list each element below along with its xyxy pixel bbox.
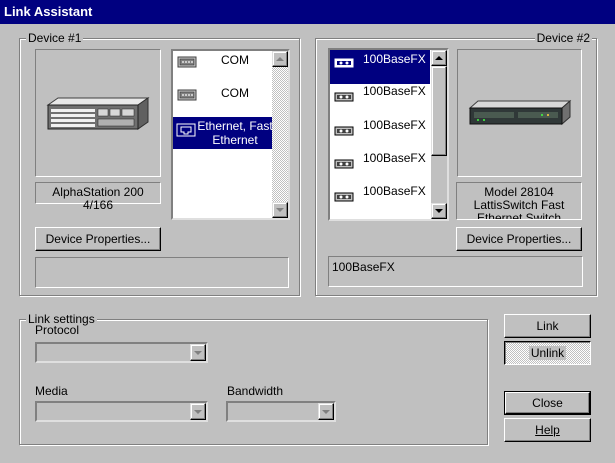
port-label: COM [221, 86, 249, 100]
link-button[interactable]: Link [504, 314, 591, 338]
device2-port-info-text: 100BaseFX [332, 260, 395, 274]
port-label: 100BaseFX [363, 84, 426, 98]
list-item[interactable]: 100BaseFX [330, 151, 447, 184]
fiber-port-icon [334, 58, 354, 68]
scroll-up-button[interactable] [431, 50, 447, 66]
device2-name: Model 28104 LattisSwitch Fast Ethernet S… [473, 186, 565, 220]
dropdown-button[interactable] [190, 344, 206, 361]
device2-properties-button[interactable]: Device Properties... [456, 227, 582, 251]
chevron-down-icon [322, 409, 330, 414]
ethernet-port-icon [176, 123, 196, 137]
device2-name-panel: Model 28104 LattisSwitch Fast Ethernet S… [456, 182, 582, 220]
media-label: Media [35, 384, 68, 398]
port-label: 100BaseFX [363, 52, 426, 66]
list-item-selected[interactable]: 100BaseFX [330, 50, 430, 84]
scroll-up-button[interactable] [272, 51, 288, 67]
serial-port-icon [177, 89, 197, 101]
scroll-down-button[interactable] [272, 202, 288, 218]
fiber-port-icon [334, 192, 354, 202]
device2-group-label: Device #2 [534, 31, 592, 45]
port-label: COM [221, 53, 249, 67]
protocol-label: Protocol [35, 323, 80, 337]
serial-port-icon [177, 56, 197, 68]
window-title: Link Assistant [0, 0, 615, 24]
close-button[interactable]: Close [504, 391, 591, 415]
device1-port-info [35, 257, 289, 288]
list-item[interactable]: COM [173, 51, 288, 84]
fiber-port-icon [334, 159, 354, 169]
workstation-icon [46, 97, 150, 130]
device1-ports-list[interactable]: COM COM Ethernet, Fast Ethernet [171, 49, 290, 220]
dialog-body: Device #1 COM COM Ethernet, Fast Etherne… [0, 24, 615, 463]
device2-ports-scrollbar[interactable] [431, 50, 447, 219]
device1-name-panel: AlphaStation 200 4/166 [35, 182, 161, 212]
help-button[interactable]: Help [504, 418, 591, 442]
device2-port-info: 100BaseFX [328, 256, 583, 287]
list-item[interactable]: 100BaseFX [330, 118, 447, 151]
port-label: 100BaseFX [363, 118, 426, 132]
device1-group-label: Device #1 [26, 31, 84, 45]
link-settings-group [19, 319, 488, 445]
chevron-down-icon [194, 409, 202, 414]
device1-name: AlphaStation 200 4/166 [52, 186, 144, 212]
fiber-port-icon [334, 92, 354, 102]
list-item[interactable]: 100BaseFX [330, 84, 447, 117]
scroll-down-button[interactable] [431, 203, 447, 219]
list-item[interactable]: COM [173, 84, 288, 117]
chevron-down-icon [194, 350, 202, 355]
fiber-port-icon [334, 126, 354, 136]
dropdown-button[interactable] [190, 403, 206, 420]
device1-properties-button[interactable]: Device Properties... [35, 227, 161, 251]
list-item-selected[interactable]: Ethernet, Fast Ethernet [173, 117, 274, 149]
bandwidth-select[interactable] [226, 401, 336, 422]
port-label: Ethernet, Fast Ethernet [197, 119, 273, 147]
device2-ports-list[interactable]: 100BaseFX 100BaseFX 100BaseFX 100BaseFX … [328, 48, 449, 221]
media-select[interactable] [35, 401, 208, 422]
device2-image-panel [457, 49, 582, 177]
port-label: 100BaseFX [363, 184, 426, 198]
protocol-select[interactable] [35, 342, 208, 363]
unlink-button[interactable]: Unlink [504, 341, 591, 365]
list-item[interactable]: 100BaseFX [330, 184, 447, 217]
device1-image-panel [35, 49, 161, 177]
scroll-thumb[interactable] [431, 66, 447, 156]
bandwidth-label: Bandwidth [227, 384, 284, 398]
dropdown-button[interactable] [318, 403, 334, 420]
switch-icon [468, 99, 572, 126]
device1-ports-scrollbar[interactable] [272, 51, 288, 218]
port-label: 100BaseFX [363, 151, 426, 165]
